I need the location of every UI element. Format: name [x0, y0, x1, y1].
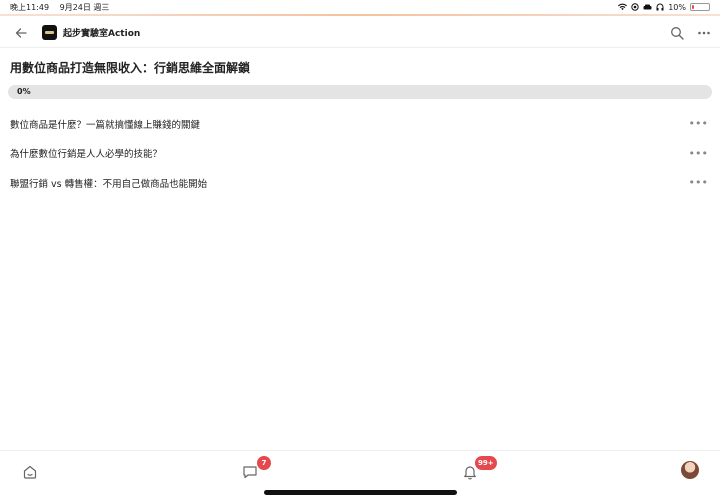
battery-icon	[690, 3, 710, 11]
community-title: 起步實驗室Action	[63, 29, 141, 39]
avatar[interactable]	[681, 461, 699, 479]
lesson-item[interactable]: 聯盟行銷 vs 轉售權：不用自己做商品也能開始 •••	[0, 168, 720, 198]
more-horizontal-icon[interactable]	[698, 31, 710, 35]
lesson-more-icon[interactable]: •••	[689, 147, 708, 160]
car-icon	[643, 4, 652, 9]
lesson-item[interactable]: 為什麼數位行銷是人人必學的技能？ •••	[0, 139, 720, 169]
status-date: 9月24日 週三	[59, 2, 110, 12]
lesson-title: 聯盟行銷 vs 轉售權：不用自己做商品也能開始	[10, 178, 208, 190]
accent-line	[0, 14, 720, 16]
status-right: 10%	[618, 3, 710, 12]
home-icon[interactable]	[22, 464, 38, 480]
course-progress-label: 0%	[17, 87, 31, 96]
chat-badge: 7	[257, 456, 271, 470]
notification-badge: 99+	[475, 456, 497, 470]
location-icon	[631, 3, 639, 11]
header-actions	[670, 26, 710, 40]
chat-icon[interactable]	[242, 464, 258, 480]
battery-level	[692, 5, 694, 9]
lesson-title: 數位商品是什麼？一篇就搞懂線上賺錢的關鍵	[10, 119, 201, 131]
arrow-left-icon[interactable]	[10, 27, 32, 39]
app-header: 起步實驗室Action	[0, 18, 720, 48]
lesson-list: 數位商品是什麼？一篇就搞懂線上賺錢的關鍵 ••• 為什麼數位行銷是人人必學的技能…	[0, 109, 720, 198]
course-progress-bar: 0%	[8, 85, 712, 99]
course-title: 用數位商品打造無限收入：行銷思維全面解鎖	[10, 61, 251, 75]
status-left: 晚上11:49 9月24日 週三	[10, 2, 117, 13]
lesson-item[interactable]: 數位商品是什麼？一篇就搞懂線上賺錢的關鍵 •••	[0, 109, 720, 139]
lesson-more-icon[interactable]: •••	[689, 117, 708, 130]
lesson-more-icon[interactable]: •••	[689, 176, 708, 189]
status-time: 晚上11:49	[10, 2, 50, 12]
lesson-title: 為什麼數位行銷是人人必學的技能？	[10, 149, 163, 161]
wifi-icon	[618, 3, 628, 11]
status-bar: 晚上11:49 9月24日 週三 10%	[0, 0, 720, 14]
headphones-icon	[656, 3, 664, 11]
search-icon[interactable]	[670, 26, 684, 40]
battery-percent: 10%	[668, 2, 686, 12]
community-logo	[42, 25, 57, 40]
home-indicator	[264, 490, 457, 495]
